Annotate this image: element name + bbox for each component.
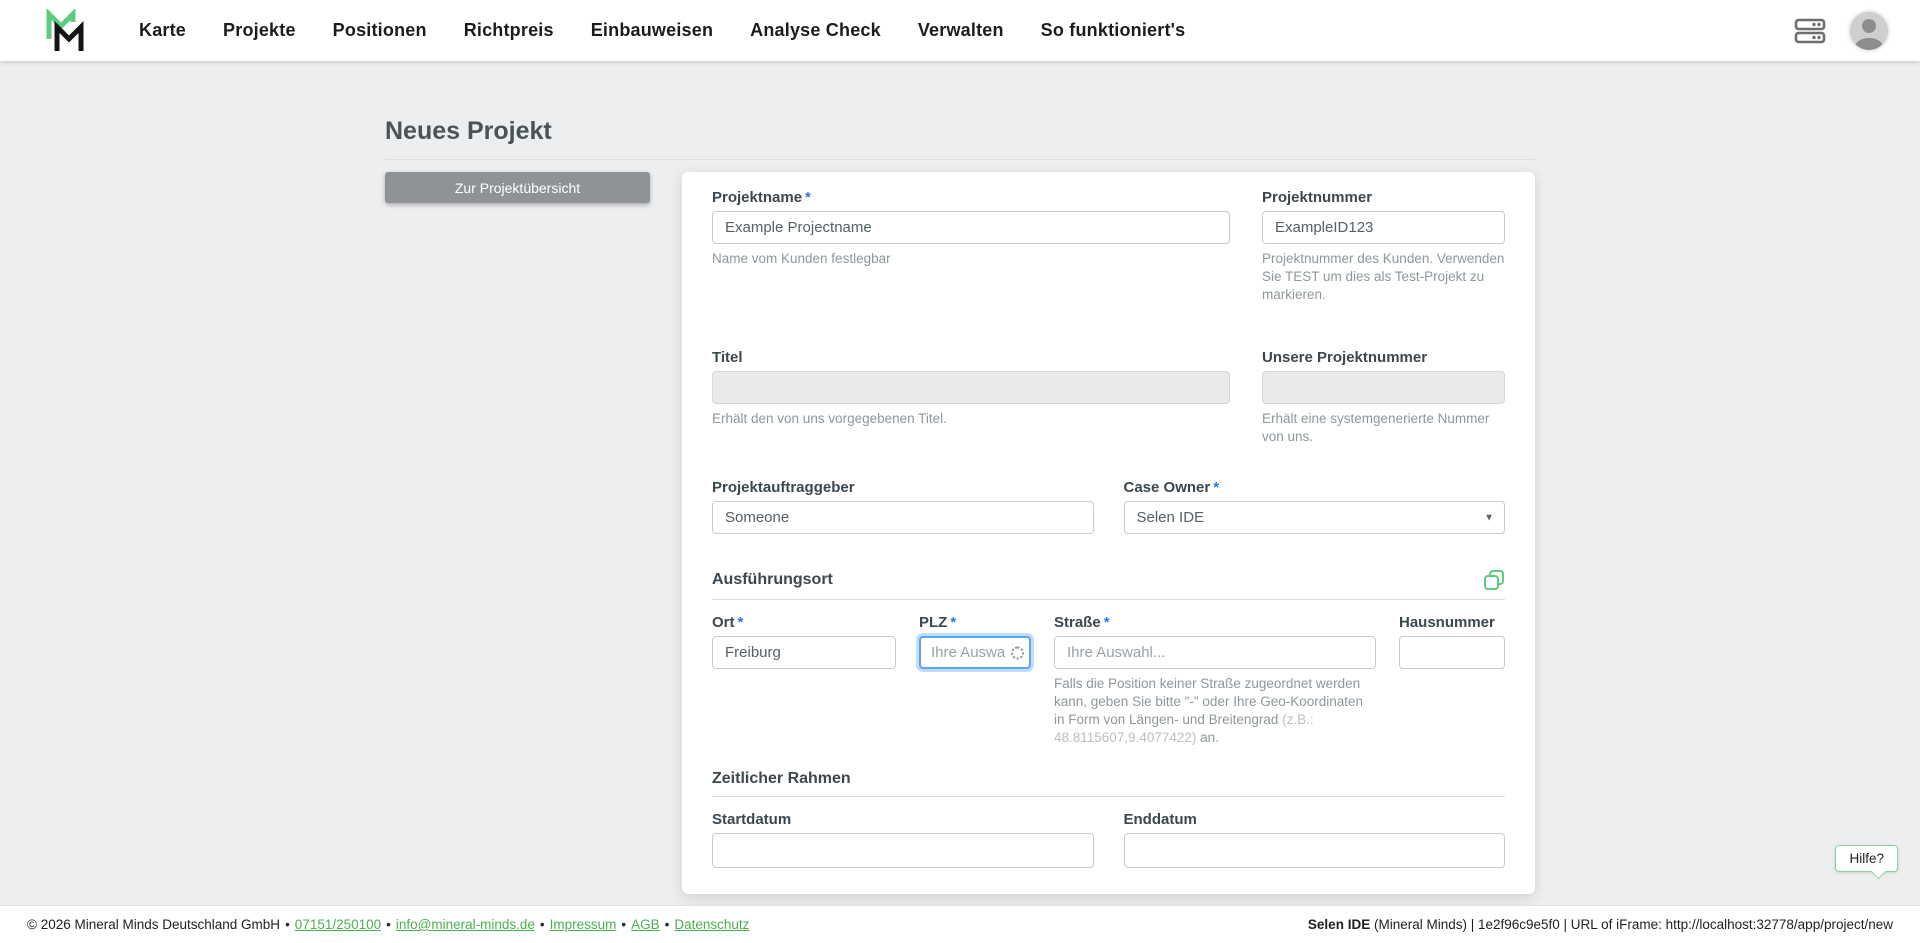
ort-label: Ort * xyxy=(712,614,896,631)
strasse-helper-main: Falls die Position keiner Straße zugeord… xyxy=(1054,676,1364,727)
required-asterisk: * xyxy=(737,614,744,632)
unsere-projektnummer-label: Unsere Projektnummer xyxy=(1262,349,1428,367)
field-ort: Ort * xyxy=(712,614,896,670)
field-titel: Titel Erhält den von uns vorgegebenen Ti… xyxy=(712,349,1230,428)
plz-label: PLZ * xyxy=(919,614,1031,631)
nav-item-richtpreis[interactable]: Richtpreis xyxy=(464,20,554,41)
phone-link[interactable]: 07151/250100 xyxy=(295,917,381,932)
unsere-projektnummer-input xyxy=(1262,371,1505,405)
projektnummer-helper: Projektnummer des Kunden. Verwenden Sie … xyxy=(1262,251,1505,302)
zur-projektuebersicht-button[interactable]: Zur Projektübersicht xyxy=(385,172,650,203)
page-title: Neues Projekt xyxy=(385,117,552,145)
case-owner-label-text: Case Owner xyxy=(1123,479,1211,497)
projektnummer-input[interactable] xyxy=(1262,211,1505,244)
field-plz: PLZ * xyxy=(919,614,1031,670)
nav-item-projekte[interactable]: Projekte xyxy=(223,20,296,41)
field-enddatum: Enddatum xyxy=(1123,811,1505,869)
titel-label: Titel xyxy=(712,349,743,367)
main-nav: Karte Projekte Positionen Richtpreis Ein… xyxy=(139,20,1185,41)
field-projektnummer: Projektnummer Projektnummer des Kunden. … xyxy=(1262,189,1505,303)
avatar-body xyxy=(1855,37,1883,50)
enddatum-label: Enddatum xyxy=(1123,811,1197,829)
agb-link[interactable]: AGB xyxy=(631,917,660,932)
page-footer: © 2026 Mineral Minds Deutschland GmbH • 07… xyxy=(0,905,1920,943)
field-projektname: Projektname* Name vom Kunden festlegbar xyxy=(712,189,1230,268)
page-content: Neues Projekt Zur Projektübersicht Proje… xyxy=(0,61,1920,905)
strasse-label: Straße * xyxy=(1054,614,1376,631)
footer-separator: • xyxy=(386,917,391,932)
footer-separator: • xyxy=(664,917,670,932)
plz-label-text: PLZ xyxy=(919,614,948,632)
case-owner-label: Case Owner * xyxy=(1124,479,1506,496)
footer-separator: • xyxy=(621,917,627,932)
nav-item-karte[interactable]: Karte xyxy=(139,20,186,41)
field-startdatum: Startdatum xyxy=(712,811,1094,869)
projektname-helper: Name vom Kunden festlegbar xyxy=(712,251,891,266)
datenschutz-link[interactable]: Datenschutz xyxy=(674,917,749,932)
projektname-label: Projektname * xyxy=(712,189,1230,206)
footer-session-info: (Mineral Minds) | 1e2f96c9e5f0 | URL of … xyxy=(1370,917,1893,932)
ort-label-text: Ort xyxy=(712,614,735,632)
titel-helper: Erhält den von uns vorgegebenen Titel. xyxy=(712,411,947,427)
projektname-input[interactable] xyxy=(712,211,1230,244)
strasse-helper: Falls die Position keiner Straße zugeord… xyxy=(1054,675,1376,746)
strasse-helper-suffix: an. xyxy=(1196,729,1219,745)
ort-input[interactable] xyxy=(712,636,896,670)
enddatum-input[interactable] xyxy=(1123,833,1505,869)
startdatum-input[interactable] xyxy=(712,833,1094,869)
field-hausnummer: Hausnummer xyxy=(1399,614,1505,670)
projektauftraggeber-input[interactable] xyxy=(712,501,1094,535)
top-navbar: Karte Projekte Positionen Richtpreis Ein… xyxy=(0,0,1920,61)
footer-user-name: Selen IDE xyxy=(1307,917,1371,932)
projektname-label-text: Projektname xyxy=(712,189,803,206)
copy-location-icon[interactable] xyxy=(1483,569,1505,591)
ausfuehrungsort-section-title: Ausführungsort xyxy=(712,571,833,589)
nav-item-analyse-check[interactable]: Analyse Check xyxy=(750,20,881,41)
mineral-minds-logo[interactable] xyxy=(45,8,87,54)
projektnummer-label: Projektnummer xyxy=(1262,189,1373,206)
nav-item-so-funktionierts[interactable]: So funktioniert's xyxy=(1041,20,1186,41)
nav-item-einbauweisen[interactable]: Einbauweisen xyxy=(591,20,713,41)
title-divider xyxy=(385,159,1535,160)
nav-item-verwalten[interactable]: Verwalten xyxy=(918,20,1004,41)
hausnummer-input[interactable] xyxy=(1399,636,1505,670)
zeitlicher-rahmen-section-title: Zeitlicher Rahmen xyxy=(712,770,851,788)
projektauftraggeber-label: Projektauftraggeber xyxy=(712,479,855,497)
logo-m-icon xyxy=(46,8,84,51)
field-case-owner: Case Owner * Selen IDE ▼ xyxy=(1123,479,1506,535)
footer-separator: • xyxy=(285,917,290,932)
required-asterisk: * xyxy=(1103,614,1110,632)
help-bubble-button[interactable]: Hilfe? xyxy=(1835,845,1898,872)
copyright-text: © 2026 Mineral Minds Deutschland GmbH xyxy=(27,917,281,932)
required-asterisk: * xyxy=(805,189,811,206)
titel-input xyxy=(712,371,1230,405)
required-asterisk: * xyxy=(1213,479,1220,497)
field-unsere-projektnummer: Unsere Projektnummer Erhält eine systemg… xyxy=(1262,349,1505,446)
field-strasse: Straße* Falls die Position keiner Straße… xyxy=(1054,614,1376,746)
project-form-card: Projektname* Name vom Kunden festlegbar … xyxy=(682,172,1535,895)
field-projektauftraggeber: Projektauftraggeber xyxy=(712,479,1094,535)
nav-item-positionen[interactable]: Positionen xyxy=(333,20,427,41)
footer-separator: • xyxy=(539,917,545,932)
footer-left: © 2026 Mineral Minds Deutschland GmbH • 07… xyxy=(27,917,749,932)
ausfuehrungsort-divider xyxy=(712,599,1505,601)
navbar-right xyxy=(1792,11,1888,50)
zeitlicher-rahmen-divider xyxy=(712,796,1505,798)
impressum-link[interactable]: Impressum xyxy=(550,917,617,932)
strasse-label-text: Straße xyxy=(1054,614,1101,632)
user-avatar-icon[interactable] xyxy=(1850,11,1888,50)
footer-right: Selen IDE (Mineral Minds) | 1e2f96c9e5f0… xyxy=(1308,917,1893,932)
case-owner-select[interactable]: Selen IDE xyxy=(1123,501,1505,535)
unsere-projektnummer-helper: Erhält eine systemgenerierte Nummer von … xyxy=(1262,411,1490,445)
hausnummer-label: Hausnummer xyxy=(1399,614,1495,632)
loading-spinner-icon xyxy=(1011,646,1024,660)
server-icon[interactable] xyxy=(1792,13,1828,49)
avatar-head xyxy=(1862,18,1876,33)
required-asterisk: * xyxy=(950,614,957,632)
strasse-input[interactable] xyxy=(1054,636,1376,670)
email-link[interactable]: info@mineral-minds.de xyxy=(396,917,535,932)
startdatum-label: Startdatum xyxy=(712,811,792,829)
